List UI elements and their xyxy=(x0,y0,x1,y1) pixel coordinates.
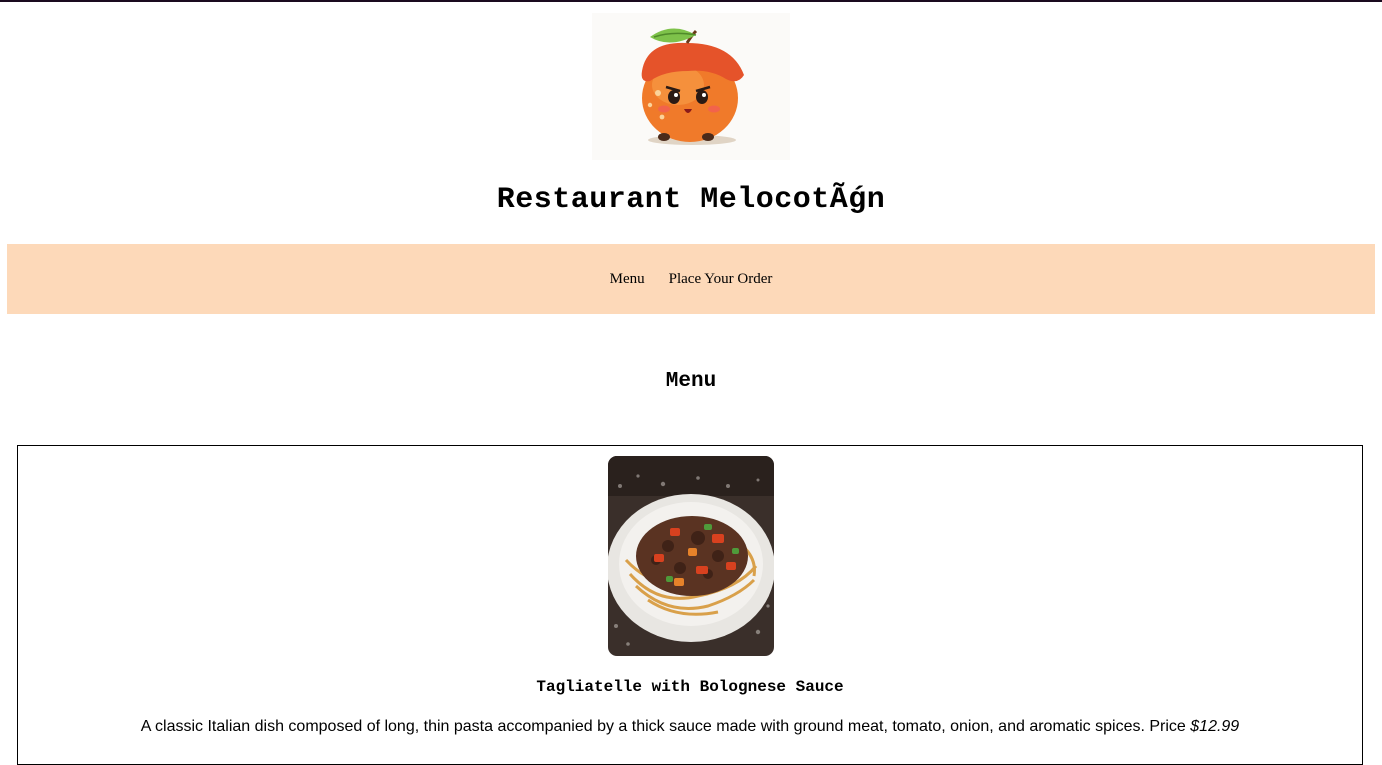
price-label: Price xyxy=(1149,718,1186,735)
menu-section-title: Menu xyxy=(665,370,717,393)
nav-link-place-order[interactable]: Place Your Order xyxy=(669,271,773,288)
main-navbar: Menu Place Your Order xyxy=(7,244,1375,314)
dish-photo xyxy=(608,456,774,656)
restaurant-logo xyxy=(592,13,790,160)
menu-item-card: Tagliatelle with Bolognese Sauce A class… xyxy=(17,445,1363,765)
peach-mascot-icon xyxy=(641,28,744,145)
pasta-dish-image xyxy=(608,456,774,656)
dish-price: $12.99 xyxy=(1190,718,1240,735)
dish-name: Tagliatelle with Bolognese Sauce xyxy=(536,678,844,696)
nav-link-menu[interactable]: Menu xyxy=(610,271,645,288)
site-title: Restaurant MelocotÃǵn xyxy=(496,183,886,217)
dish-description-text: A classic Italian dish composed of long,… xyxy=(140,718,1145,735)
top-border xyxy=(0,0,1382,2)
dish-description: A classic Italian dish composed of long,… xyxy=(18,718,1362,736)
